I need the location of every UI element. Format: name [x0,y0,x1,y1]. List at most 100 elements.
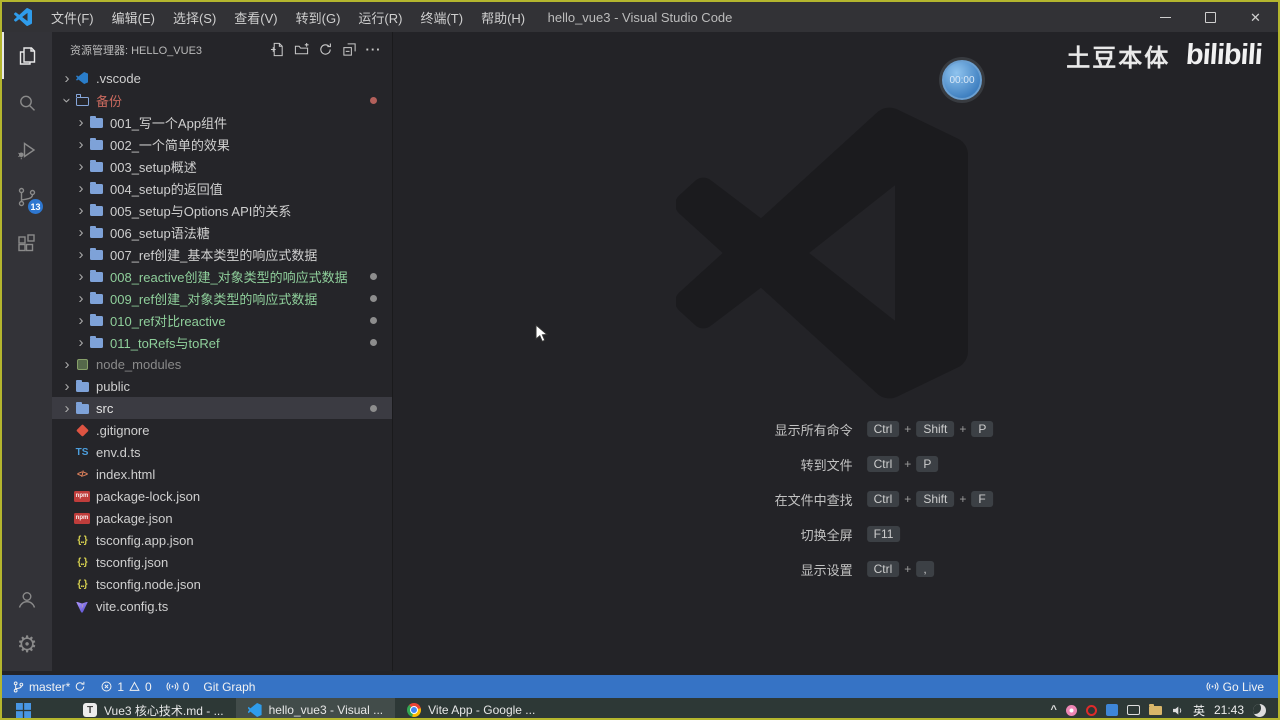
chevron-icon[interactable] [74,269,88,284]
chevron-icon[interactable] [74,181,88,196]
blue-app-tray-icon[interactable] [1105,704,1118,716]
more-actions-icon[interactable]: ··· [365,41,382,58]
chevron-icon[interactable] [60,93,75,107]
branch-button[interactable]: master* [12,680,86,694]
refresh-explorer-icon[interactable] [317,41,334,58]
chevron-icon[interactable] [74,137,88,152]
new-file-icon[interactable] [269,41,286,58]
menu-item[interactable]: 查看(V) [225,8,286,27]
tree-item[interactable]: .gitignore [52,419,392,441]
taskbar-app[interactable]: hello_vue3 - Visual ... [235,698,396,718]
chevron-icon[interactable] [60,357,74,372]
tree-item[interactable]: 010_ref对比reactive [52,309,392,331]
plus-separator: + [904,562,912,576]
tree-item[interactable]: tsconfig.json [52,551,392,573]
tree-item[interactable]: package-lock.json [52,485,392,507]
tree-item[interactable]: src [52,397,392,419]
menu-item[interactable]: 编辑(E) [103,8,164,27]
menu-item[interactable]: 帮助(H) [472,8,534,27]
tree-item[interactable]: 008_reactive创建_对象类型的响应式数据 [52,265,392,287]
sidebar-item-search[interactable] [2,79,52,126]
tree-item[interactable]: 004_setup的返回值 [52,177,392,199]
problems-button[interactable]: 1 0 [100,680,152,694]
taskbar-app[interactable]: Vue3 核心技术.md - ... [71,698,236,718]
collapse-folders-icon[interactable] [341,41,358,58]
sidebar-item-run-debug[interactable] [2,126,52,173]
menu-item[interactable]: 文件(F) [42,8,103,27]
tree-item[interactable]: 006_setup语法糖 [52,221,392,243]
tree-item[interactable]: 002_一个简单的效果 [52,133,392,155]
tree-item[interactable]: index.html [52,463,392,485]
run-debug-icon [18,141,36,159]
modified-dot [370,316,377,324]
shortcut-row: 显示所有命令 Ctrl + Shift + P [678,418,994,440]
maximize-button[interactable] [1188,2,1233,32]
minimize-button[interactable] [1143,2,1188,32]
language-indicator[interactable]: 英 [1193,702,1205,719]
watermark-cn-text: 土豆本体 [1066,45,1171,72]
tree-item[interactable]: 001_写一个App组件 [52,111,392,133]
chevron-icon[interactable] [74,313,88,328]
chevron-icon[interactable] [74,335,88,350]
tree-item[interactable]: .vscode [52,67,392,89]
sidebar-item-source-control[interactable]: 13 [2,173,52,220]
chevron-icon[interactable] [74,291,88,306]
folder-tray-icon[interactable] [1148,703,1162,715]
speaker-tray-icon[interactable] [1171,704,1184,717]
tree-item[interactable]: vite.config.ts [52,595,392,617]
tree-item[interactable]: public [52,375,392,397]
ports-button[interactable]: 0 [166,680,189,694]
tree-item[interactable]: 005_setup与Options API的关系 [52,199,392,221]
account-icon [18,591,36,608]
tree-item[interactable]: tsconfig.node.json [52,573,392,595]
tree-item[interactable]: 003_setup概述 [52,155,392,177]
chevron-icon[interactable] [60,71,74,86]
menu-item[interactable]: 终端(T) [411,8,472,27]
chevron-icon[interactable] [74,225,88,240]
chevron-icon[interactable] [60,401,74,416]
account-button[interactable] [2,575,52,622]
tree-item-label: 备份 [96,93,123,109]
sidebar-item-explorer[interactable] [2,32,52,79]
go-live-label: Go Live [1222,679,1264,694]
tree-item[interactable]: 011_toRefs与toRef [52,331,392,353]
maximize-icon [1205,11,1216,23]
chevron-icon[interactable] [74,247,88,262]
menu-item[interactable]: 运行(R) [349,8,411,27]
monitor-tray-icon[interactable] [1126,705,1140,715]
settings-button[interactable]: ⚙ [2,622,52,669]
chevron-icon[interactable] [74,203,88,218]
tree-item[interactable]: package.json [52,507,392,529]
taskbar-app[interactable]: Vite App - Google ... [395,698,547,718]
file-icon [74,444,90,460]
new-folder-icon[interactable] [293,41,310,58]
menu-item[interactable]: 转到(G) [287,8,350,27]
opera-tray-icon[interactable] [1085,704,1097,716]
git-graph-button[interactable]: Git Graph [203,680,255,694]
mouse-cursor [535,324,549,343]
tray-expand-icon[interactable]: ^ [1051,704,1057,716]
chevron-icon[interactable] [74,159,88,174]
menu-item[interactable]: 选择(S) [164,8,225,27]
tree-item[interactable]: 007_ref创建_基本类型的响应式数据 [52,243,392,265]
flower-tray-icon[interactable] [1065,704,1077,716]
key-chip: , [916,561,934,577]
tree-item[interactable]: env.d.ts [52,441,392,463]
tree-item[interactable]: node_modules [52,353,392,375]
sync-icon[interactable] [74,680,86,693]
chevron-icon[interactable] [60,379,74,394]
chevron-icon[interactable] [74,115,88,130]
start-button-icon[interactable] [16,702,31,718]
close-button[interactable]: ✕ [1233,2,1278,32]
file-icon [74,510,90,526]
tree-item[interactable]: tsconfig.app.json [52,529,392,551]
sidebar-item-extensions[interactable] [2,220,52,267]
status-bar-left: master* 1 0 0 Git Graph [2,680,255,694]
tree-item[interactable]: 009_ref创建_对象类型的响应式数据 [52,287,392,309]
tree-item-label: index.html [96,466,156,482]
clock[interactable]: 21:43 [1214,703,1244,717]
taskbar-app-label: Vite App - Google ... [428,703,536,717]
notification-tray-icon[interactable] [1253,703,1266,717]
go-live-button[interactable]: Go Live [1206,680,1264,694]
tree-item[interactable]: 备份 [52,89,392,111]
